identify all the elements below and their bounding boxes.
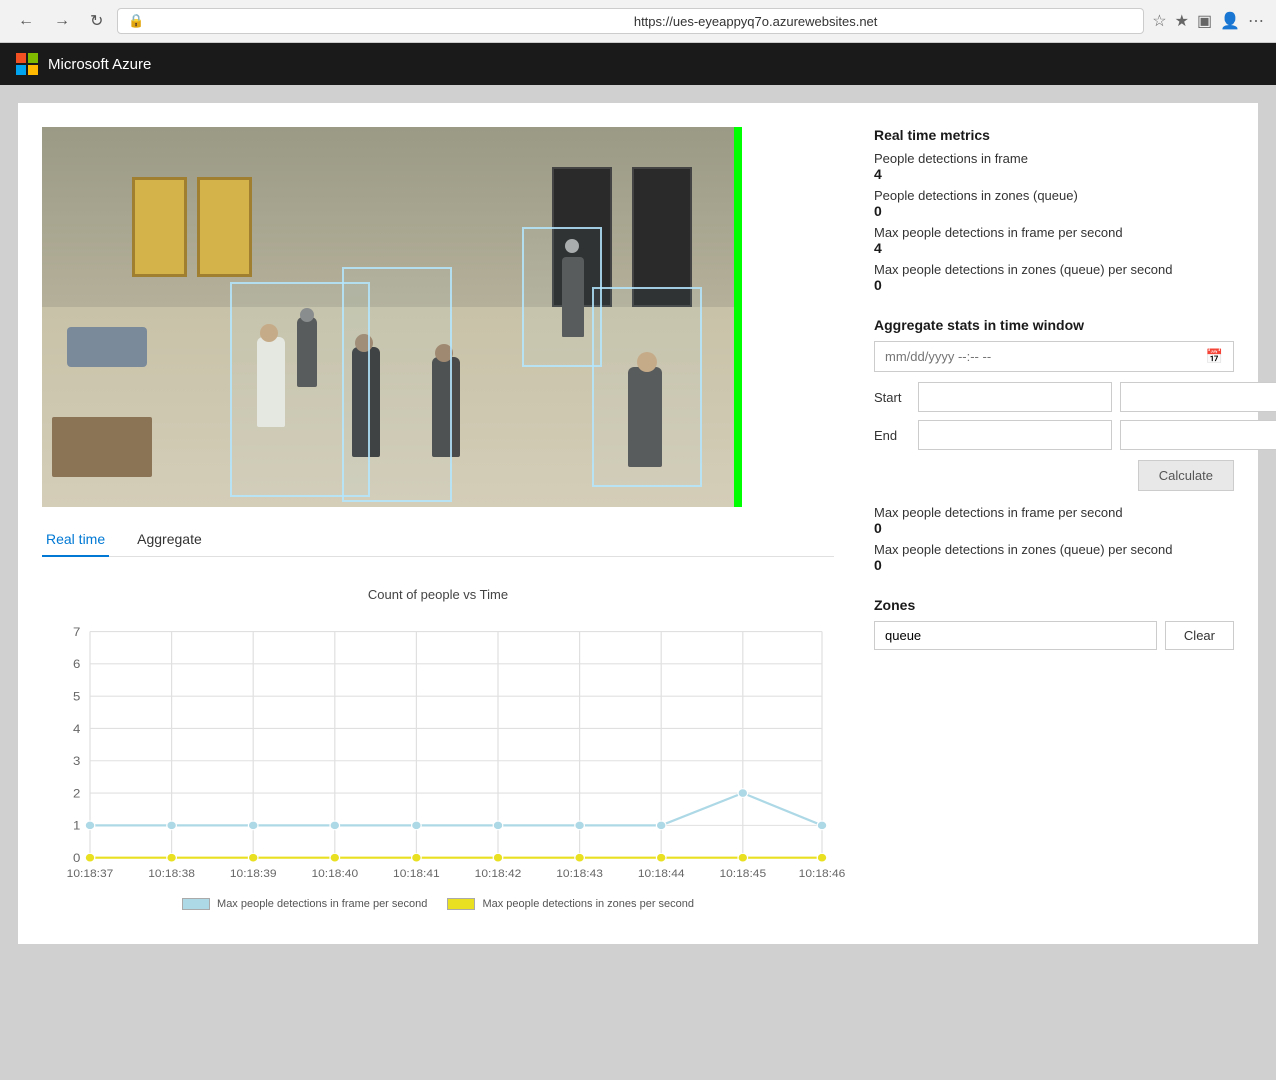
legend-zone-box (447, 898, 475, 910)
svg-text:6: 6 (73, 658, 80, 671)
legend-frame: Max people detections in frame per secon… (182, 898, 427, 910)
profile-icon[interactable]: 👤 (1220, 11, 1240, 31)
end-label: End (874, 428, 910, 443)
svg-text:10:18:43: 10:18:43 (556, 869, 603, 880)
tab-aggregate[interactable]: Aggregate (133, 523, 206, 557)
calendar-icon[interactable]: 📅 (1206, 348, 1223, 365)
svg-text:0: 0 (73, 852, 80, 865)
page-content: EXIT (18, 103, 1258, 944)
start-label: Start (874, 390, 910, 405)
metric-label-0: People detections in frame (874, 151, 1234, 166)
svg-text:10:18:37: 10:18:37 (67, 869, 114, 880)
aggregate-section: Aggregate stats in time window 📅 Start E… (874, 317, 1234, 573)
agg-metric-label-0: Max people detections in frame per secon… (874, 505, 1234, 520)
aggregate-section-title: Aggregate stats in time window (874, 317, 1234, 333)
svg-text:10:18:46: 10:18:46 (799, 869, 846, 880)
svg-text:10:18:45: 10:18:45 (719, 869, 766, 880)
svg-text:5: 5 (73, 690, 80, 703)
zones-title: Zones (874, 597, 1234, 613)
address-bar[interactable]: 🔒 https://ues-eyeappyq7o.azurewebsites.n… (117, 8, 1144, 34)
end-row: End (874, 420, 1234, 450)
metric-label-2: Max people detections in frame per secon… (874, 225, 1234, 240)
refresh-button[interactable]: ↻ (84, 9, 109, 33)
svg-text:10:18:39: 10:18:39 (230, 869, 277, 880)
legend-zone-label: Max people detections in zones per secon… (482, 898, 694, 910)
chart-svg: 0 1 2 3 4 5 6 7 10:18:37 10:18:38 10:18:… (42, 610, 834, 890)
metric-value-0: 4 (874, 166, 1234, 182)
favorites-icon[interactable]: ☆ (1152, 11, 1166, 31)
legend-frame-box (182, 898, 210, 910)
chart-legend: Max people detections in frame per secon… (42, 898, 834, 910)
chart-title: Count of people vs Time (42, 587, 834, 602)
zones-row: Clear (874, 621, 1234, 650)
svg-text:1: 1 (73, 819, 80, 832)
svg-text:10:18:40: 10:18:40 (311, 869, 358, 880)
metric-label-3: Max people detections in zones (queue) p… (874, 262, 1234, 277)
agg-metric-value-0: 0 (874, 520, 1234, 536)
datetime-input[interactable] (885, 349, 1206, 364)
zones-section: Zones Clear (874, 597, 1234, 650)
left-column: EXIT (42, 127, 834, 920)
forward-button[interactable]: → (48, 10, 76, 32)
more-icon[interactable]: ⋯ (1248, 11, 1264, 31)
calculate-button[interactable]: Calculate (1138, 460, 1234, 491)
svg-text:3: 3 (73, 755, 80, 768)
chart-container: Count of people vs Time (42, 577, 834, 920)
end-input-1[interactable] (918, 420, 1112, 450)
back-button[interactable]: ← (12, 10, 40, 32)
metric-value-2: 4 (874, 240, 1234, 256)
video-feed: EXIT (42, 127, 742, 507)
legend-zone: Max people detections in zones per secon… (447, 898, 694, 910)
end-input-2[interactable] (1120, 420, 1276, 450)
agg-metric-value-1: 0 (874, 557, 1234, 573)
browser-icons: ☆ ★ ▣ 👤 ⋯ (1152, 11, 1264, 31)
svg-text:10:18:38: 10:18:38 (148, 869, 195, 880)
svg-text:10:18:44: 10:18:44 (638, 869, 685, 880)
zone-input[interactable] (874, 621, 1157, 650)
svg-text:10:18:42: 10:18:42 (475, 869, 522, 880)
tab-realtime[interactable]: Real time (42, 523, 109, 557)
right-column: Real time metrics People detections in f… (874, 127, 1234, 920)
url-text: https://ues-eyeappyq7o.azurewebsites.net (634, 14, 1133, 29)
azure-header: Microsoft Azure (0, 43, 1276, 85)
agg-metric-label-1: Max people detections in zones (queue) p… (874, 542, 1234, 557)
datetime-input-container[interactable]: 📅 (874, 341, 1234, 372)
collections-icon[interactable]: ★ (1175, 11, 1189, 31)
metric-value-1: 0 (874, 203, 1234, 219)
svg-text:10:18:41: 10:18:41 (393, 869, 440, 880)
start-row: Start (874, 382, 1234, 412)
metric-value-3: 0 (874, 277, 1234, 293)
metric-label-1: People detections in zones (queue) (874, 188, 1234, 203)
start-input-1[interactable] (918, 382, 1112, 412)
svg-text:4: 4 (73, 722, 80, 735)
extensions-icon[interactable]: ▣ (1197, 11, 1212, 31)
svg-text:2: 2 (73, 787, 80, 800)
browser-chrome: ← → ↻ 🔒 https://ues-eyeappyq7o.azurewebs… (0, 0, 1276, 43)
chart-area: 0 1 2 3 4 5 6 7 10:18:37 10:18:38 10:18:… (42, 610, 834, 890)
header-title: Microsoft Azure (48, 56, 151, 73)
realtime-section-title: Real time metrics (874, 127, 1234, 143)
start-input-2[interactable] (1120, 382, 1276, 412)
clear-button[interactable]: Clear (1165, 621, 1234, 650)
svg-text:7: 7 (73, 625, 80, 638)
azure-logo (16, 53, 38, 75)
legend-frame-label: Max people detections in frame per secon… (217, 898, 427, 910)
tabs-container: Real time Aggregate (42, 523, 834, 557)
